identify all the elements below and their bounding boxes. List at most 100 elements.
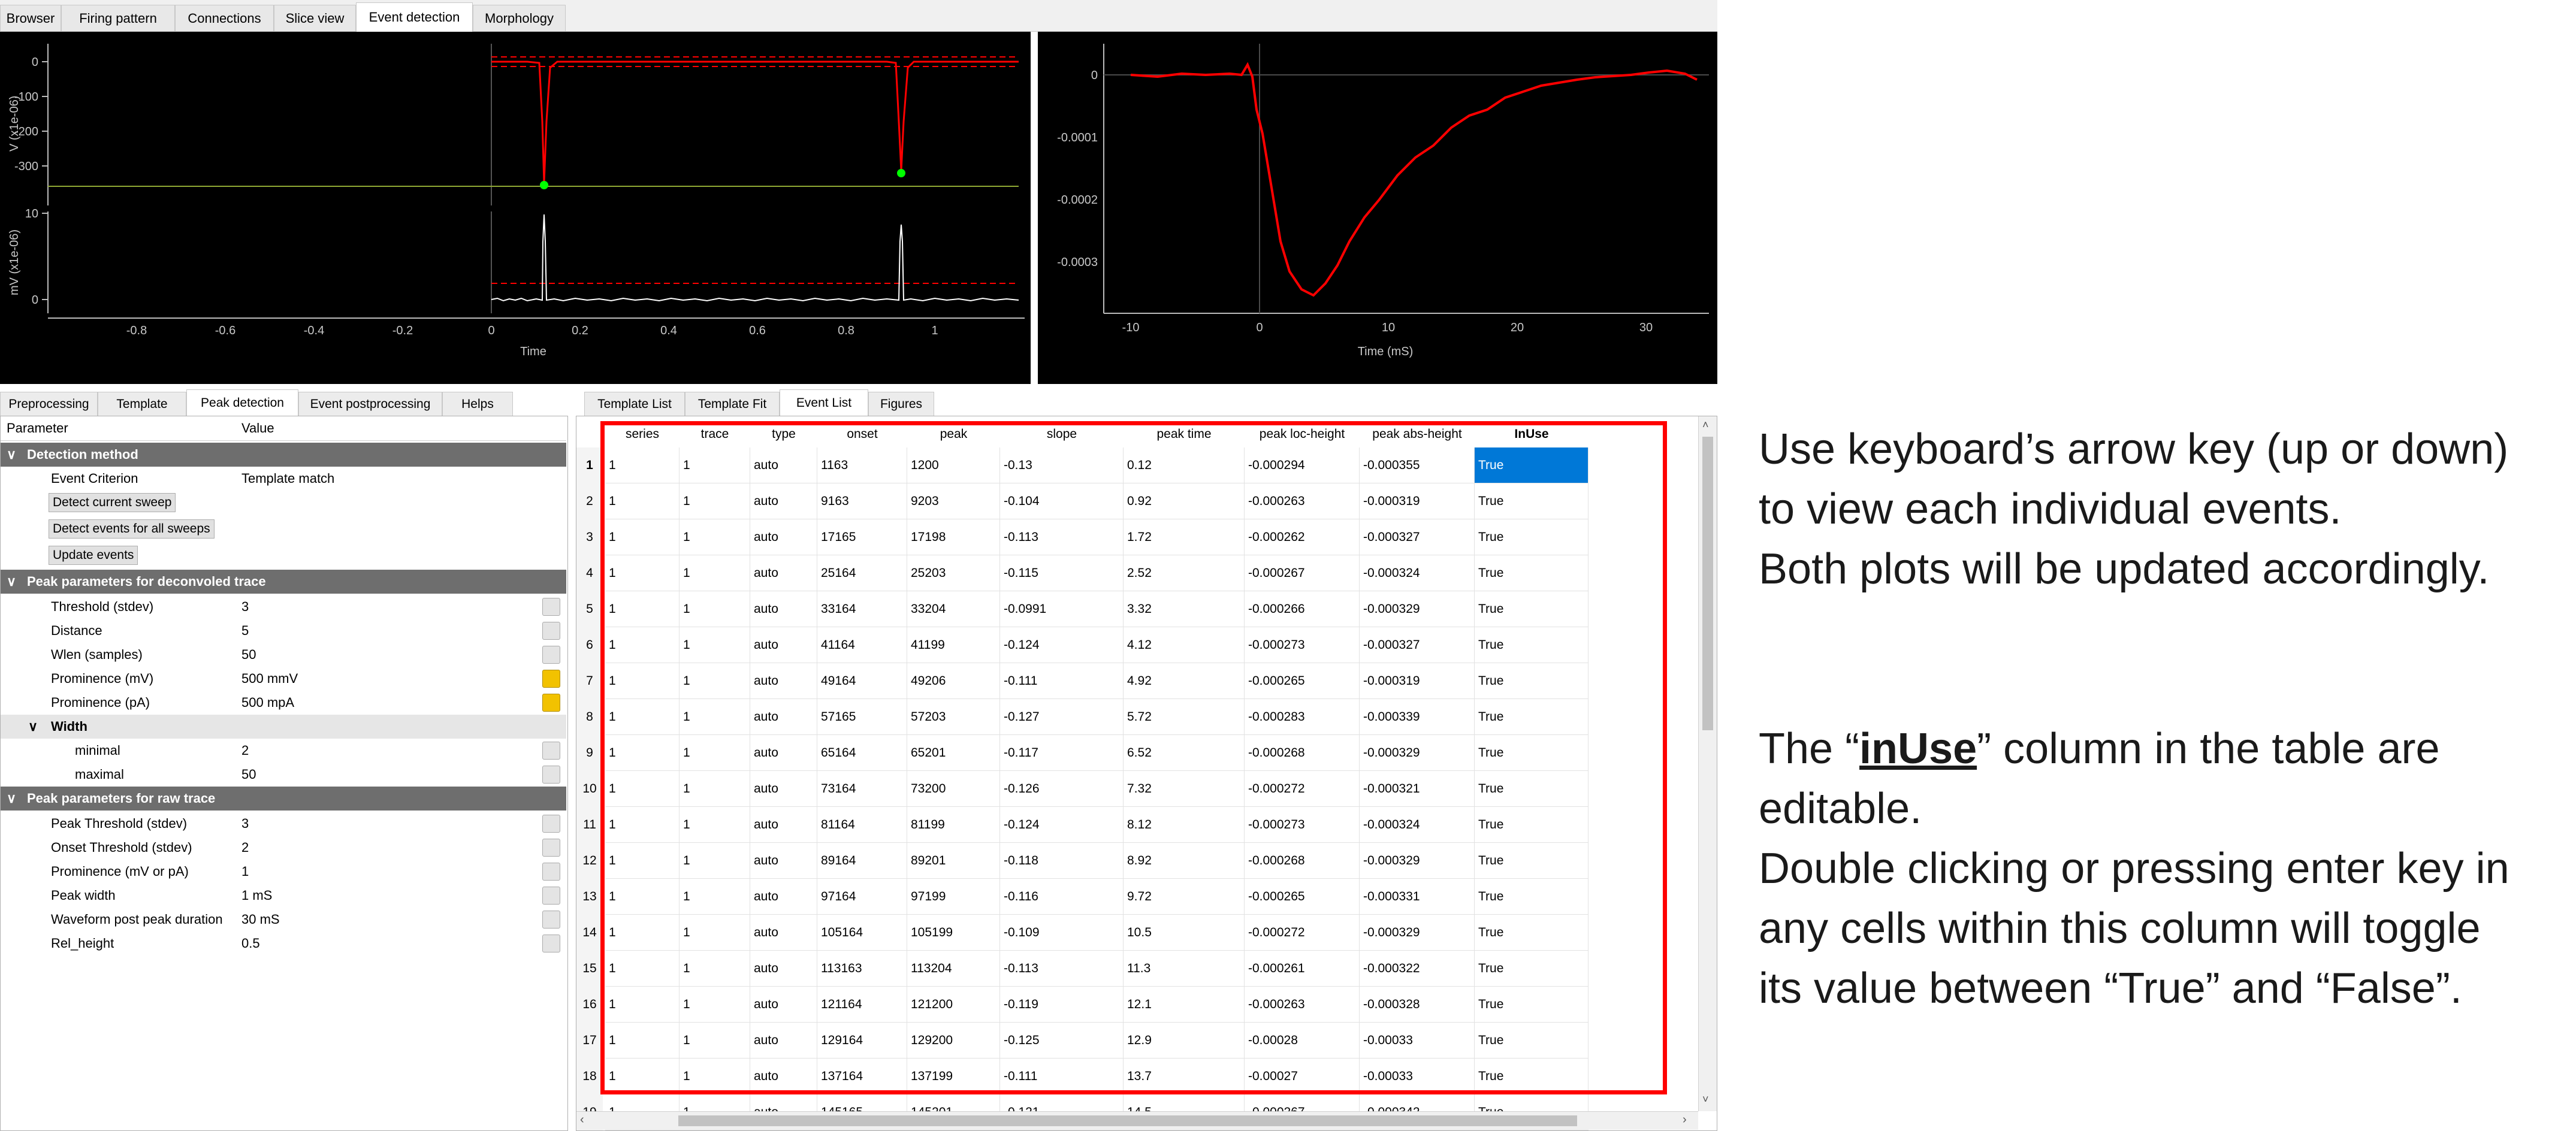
table-cell[interactable]: -0.000272 bbox=[1245, 915, 1360, 951]
table-cell[interactable]: 3.32 bbox=[1124, 591, 1245, 627]
row-header[interactable]: 11 bbox=[576, 807, 603, 843]
table-cell[interactable]: -0.000322 bbox=[1360, 951, 1475, 987]
table-cell[interactable]: 57165 bbox=[817, 699, 907, 735]
table-cell[interactable]: 9.72 bbox=[1124, 879, 1245, 915]
table-cell[interactable]: 1 bbox=[680, 951, 750, 987]
tab-event-list[interactable]: Event List bbox=[780, 389, 868, 416]
group-detection-method[interactable]: ∨ Detection method bbox=[1, 443, 566, 467]
tab-firing-pattern[interactable]: Firing pattern bbox=[61, 5, 175, 31]
param-value[interactable]: 50 bbox=[241, 767, 256, 782]
param-prominence-pa[interactable]: Prominence (pA) 500 mpA bbox=[1, 691, 566, 715]
param-value[interactable]: Template match bbox=[241, 471, 334, 486]
table-cell[interactable]: -0.13 bbox=[1000, 447, 1124, 483]
table-cell[interactable]: 4.92 bbox=[1124, 663, 1245, 699]
table-cell[interactable]: 81164 bbox=[817, 807, 907, 843]
table-cell[interactable]: 1 bbox=[605, 843, 680, 879]
table-cell[interactable]: 1 bbox=[605, 1059, 680, 1094]
row-header[interactable]: 17 bbox=[576, 1023, 603, 1059]
table-cell[interactable]: 1 bbox=[605, 555, 680, 591]
column-header[interactable]: series bbox=[605, 422, 680, 446]
inuse-cell[interactable]: True bbox=[1475, 1023, 1589, 1059]
table-cell[interactable]: 9203 bbox=[907, 483, 1000, 519]
table-cell[interactable]: 105199 bbox=[907, 915, 1000, 951]
inuse-cell[interactable]: True bbox=[1475, 771, 1589, 807]
table-cell[interactable]: 121164 bbox=[817, 987, 907, 1023]
table-cell[interactable]: 2.52 bbox=[1124, 555, 1245, 591]
reset-icon[interactable] bbox=[542, 887, 560, 905]
param-threshold[interactable]: Threshold (stdev) 3 bbox=[1, 595, 566, 619]
inuse-cell[interactable]: True bbox=[1475, 987, 1589, 1023]
table-cell[interactable]: 1 bbox=[605, 879, 680, 915]
table-cell[interactable]: -0.00028 bbox=[1245, 1023, 1360, 1059]
param-value[interactable]: 3 bbox=[241, 599, 249, 615]
param-distance[interactable]: Distance 5 bbox=[1, 619, 566, 643]
inuse-cell[interactable]: True bbox=[1475, 591, 1589, 627]
table-cell[interactable]: 81199 bbox=[907, 807, 1000, 843]
row-header[interactable]: 13 bbox=[576, 879, 603, 915]
table-cell[interactable]: 73200 bbox=[907, 771, 1000, 807]
table-cell[interactable]: -0.111 bbox=[1000, 663, 1124, 699]
param-waveform-duration[interactable]: Waveform post peak duration 30 mS bbox=[1, 908, 566, 932]
vertical-scrollbar[interactable]: ˄ ˅ bbox=[1698, 416, 1717, 1111]
table-cell[interactable]: -0.126 bbox=[1000, 771, 1124, 807]
table-cell[interactable]: 4.12 bbox=[1124, 627, 1245, 663]
reset-icon[interactable] bbox=[542, 694, 560, 712]
table-cell[interactable]: 1 bbox=[680, 483, 750, 519]
table-cell[interactable]: -0.125 bbox=[1000, 1023, 1124, 1059]
table-cell[interactable]: -0.000329 bbox=[1360, 591, 1475, 627]
column-header[interactable]: type bbox=[750, 422, 817, 446]
table-cell[interactable]: -0.000324 bbox=[1360, 555, 1475, 591]
table-cell[interactable]: auto bbox=[750, 915, 817, 951]
param-value[interactable]: 30 mS bbox=[241, 912, 280, 927]
table-cell[interactable]: -0.000267 bbox=[1245, 555, 1360, 591]
table-cell[interactable]: -0.000329 bbox=[1360, 843, 1475, 879]
table-cell[interactable]: -0.00033 bbox=[1360, 1023, 1475, 1059]
inuse-cell[interactable]: True bbox=[1475, 519, 1589, 555]
table-cell[interactable]: 1 bbox=[680, 591, 750, 627]
table-cell[interactable]: 89164 bbox=[817, 843, 907, 879]
table-cell[interactable]: 9163 bbox=[817, 483, 907, 519]
inuse-cell[interactable]: True bbox=[1475, 627, 1589, 663]
reset-icon[interactable] bbox=[542, 670, 560, 688]
table-cell[interactable]: auto bbox=[750, 951, 817, 987]
table-cell[interactable]: -0.000273 bbox=[1245, 807, 1360, 843]
param-value[interactable]: 0.5 bbox=[241, 936, 260, 951]
table-cell[interactable]: auto bbox=[750, 519, 817, 555]
inuse-cell[interactable]: True bbox=[1475, 663, 1589, 699]
table-cell[interactable]: -0.000339 bbox=[1360, 699, 1475, 735]
table-cell[interactable]: 65201 bbox=[907, 735, 1000, 771]
column-header[interactable]: trace bbox=[680, 422, 750, 446]
table-cell[interactable]: auto bbox=[750, 627, 817, 663]
reset-icon[interactable] bbox=[542, 839, 560, 857]
table-cell[interactable]: auto bbox=[750, 699, 817, 735]
inuse-cell[interactable]: True bbox=[1475, 447, 1589, 483]
param-value[interactable]: 3 bbox=[241, 816, 249, 831]
param-value[interactable]: 2 bbox=[241, 840, 249, 855]
table-cell[interactable]: 1 bbox=[680, 1023, 750, 1059]
tab-preprocessing[interactable]: Preprocessing bbox=[0, 392, 98, 416]
table-cell[interactable]: 25164 bbox=[817, 555, 907, 591]
param-wlen[interactable]: Wlen (samples) 50 bbox=[1, 643, 566, 667]
table-cell[interactable]: auto bbox=[750, 987, 817, 1023]
inuse-cell[interactable]: True bbox=[1475, 843, 1589, 879]
table-cell[interactable]: 73164 bbox=[817, 771, 907, 807]
row-header[interactable]: 4 bbox=[576, 555, 603, 591]
table-cell[interactable]: -0.000261 bbox=[1245, 951, 1360, 987]
table-cell[interactable]: -0.113 bbox=[1000, 519, 1124, 555]
tab-event-detection[interactable]: Event detection bbox=[356, 2, 473, 32]
table-cell[interactable]: -0.115 bbox=[1000, 555, 1124, 591]
table-cell[interactable]: -0.000268 bbox=[1245, 843, 1360, 879]
param-event-criterion[interactable]: Event Criterion Template match bbox=[1, 467, 566, 491]
table-cell[interactable]: 89201 bbox=[907, 843, 1000, 879]
param-width-minimal[interactable]: minimal 2 bbox=[1, 739, 566, 763]
param-value[interactable]: 1 mS bbox=[241, 888, 272, 903]
table-cell[interactable]: 1 bbox=[680, 879, 750, 915]
table-cell[interactable]: 137199 bbox=[907, 1059, 1000, 1094]
table-cell[interactable]: 41199 bbox=[907, 627, 1000, 663]
scrollbar-thumb[interactable] bbox=[1702, 437, 1713, 730]
inuse-cell[interactable]: True bbox=[1475, 735, 1589, 771]
table-cell[interactable]: -0.000319 bbox=[1360, 663, 1475, 699]
table-cell[interactable]: -0.000355 bbox=[1360, 447, 1475, 483]
table-cell[interactable]: 41164 bbox=[817, 627, 907, 663]
table-cell[interactable]: 6.52 bbox=[1124, 735, 1245, 771]
